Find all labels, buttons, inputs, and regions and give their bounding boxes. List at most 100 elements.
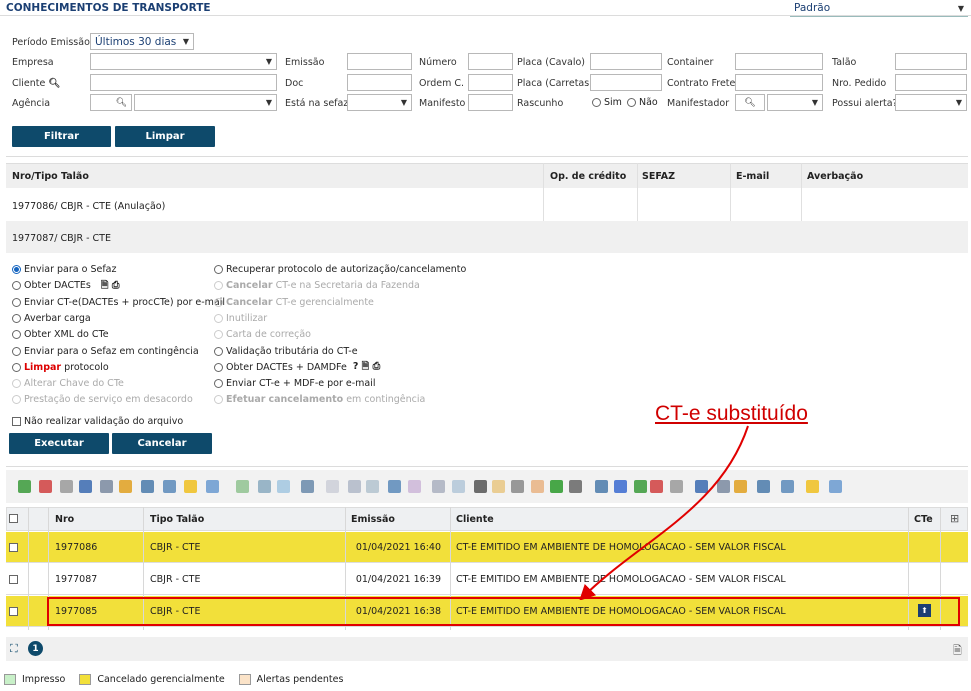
toolbar-icon-24[interactable] xyxy=(531,480,544,493)
agencia-select[interactable]: ▼ xyxy=(134,94,277,111)
action-right-6[interactable]: Obter DACTEs + DAMDFe ? 🗎 ⎙ xyxy=(214,360,380,375)
toolbar-icon-22[interactable] xyxy=(492,480,505,493)
action-left-2[interactable]: Enviar CT-e(DACTEs + procCTe) por e-mail xyxy=(12,295,225,310)
nao-validar-checkbox[interactable]: Não realizar validação do arquivo xyxy=(12,414,183,429)
esta-sefaz-label: Está na sefaz? xyxy=(285,98,354,109)
contrato-frete-label: Contrato Frete xyxy=(667,78,736,89)
toolbar-icon-20[interactable] xyxy=(452,480,465,493)
toolbar-icon-12[interactable] xyxy=(277,480,290,493)
nro-pedido-input[interactable] xyxy=(895,74,967,91)
cell-tipo: CBJR - CTE xyxy=(150,542,201,553)
action-label: em contingência xyxy=(346,394,426,406)
upper-row-2[interactable]: 1977087/ CBJR - CTE xyxy=(12,233,111,244)
action-right-8: Efetuar cancelamento em contingência xyxy=(214,392,425,407)
radio-icon xyxy=(12,379,21,389)
search-icon[interactable]: 🔍︎ xyxy=(48,78,60,89)
col-cte: CTe xyxy=(914,514,933,525)
select-all-checkbox[interactable] xyxy=(9,514,18,526)
row-checkbox[interactable] xyxy=(9,543,18,555)
executar-button[interactable]: Executar xyxy=(9,433,109,454)
radio-icon xyxy=(214,297,223,307)
toolbar-icon-19[interactable] xyxy=(432,480,445,493)
rascunho-sim-radio[interactable]: Sim xyxy=(592,95,622,110)
row-checkbox[interactable] xyxy=(9,575,18,587)
empresa-select[interactable]: ▼ xyxy=(90,53,277,70)
toolbar-icon-2[interactable] xyxy=(60,480,73,493)
toolbar-icon-37[interactable] xyxy=(806,480,819,493)
action-left-4[interactable]: Obter XML do CTe xyxy=(12,327,109,342)
toolbar-icon-15[interactable] xyxy=(348,480,361,493)
action-left-3[interactable]: Averbar carga xyxy=(12,311,91,326)
toolbar-icon-25[interactable] xyxy=(550,480,563,493)
action-label: Enviar para o Sefaz xyxy=(24,264,117,275)
toolbar-icon-3[interactable] xyxy=(79,480,92,493)
action-left-6[interactable]: Limpar protocolo xyxy=(12,360,109,375)
filtrar-button[interactable]: Filtrar xyxy=(12,126,111,147)
toolbar-icon-4[interactable] xyxy=(100,480,113,493)
possui-alerta-select[interactable]: ▼ xyxy=(895,94,967,111)
toolbar-icon-18[interactable] xyxy=(408,480,421,493)
action-left-8: Prestação de serviço em desacordo xyxy=(12,392,193,407)
search-icon[interactable]: 🔍︎ xyxy=(116,98,127,108)
toolbar-icon-10[interactable] xyxy=(236,480,249,493)
agencia-code-input[interactable]: 🔍︎ xyxy=(90,94,132,111)
toolbar-icon-0[interactable] xyxy=(18,480,31,493)
action-right-7[interactable]: Enviar CT-e + MDF-e por e-mail xyxy=(214,376,376,391)
numero-input[interactable] xyxy=(468,53,513,70)
col-nro: Nro xyxy=(55,514,75,525)
pdf-print-icon[interactable]: 🗎 ⎙ xyxy=(101,278,120,294)
highlight-box xyxy=(47,597,960,626)
toolbar-icon-16[interactable] xyxy=(366,480,379,493)
fullscreen-icon[interactable]: ⛶ xyxy=(10,642,18,656)
manifestador-select[interactable]: ▼ xyxy=(767,94,823,111)
toolbar-icon-17[interactable] xyxy=(388,480,401,493)
action-right-5[interactable]: Validação tributária do CT-e xyxy=(214,344,358,359)
placa-carretas-input[interactable] xyxy=(590,74,662,91)
cell-nro: 1977086 xyxy=(55,542,98,553)
upper-row-1[interactable]: 1977086/ CBJR - CTE (Anulação) xyxy=(12,201,165,212)
toolbar-icon-36[interactable] xyxy=(781,480,794,493)
toolbar-icon-38[interactable] xyxy=(829,480,842,493)
limpar-button[interactable]: Limpar xyxy=(115,126,215,147)
action-left-1[interactable]: Obter DACTEs 🗎 ⎙ xyxy=(12,278,119,293)
toolbar-icon-13[interactable] xyxy=(301,480,314,493)
divider xyxy=(0,15,971,16)
toolbar-icon-5[interactable] xyxy=(119,480,132,493)
expand-columns-icon[interactable]: ⊞ xyxy=(950,512,959,525)
cliente-input[interactable] xyxy=(90,74,277,91)
manifesto-input[interactable] xyxy=(468,94,513,111)
doc-input[interactable] xyxy=(347,74,412,91)
doc-label: Doc xyxy=(285,78,304,89)
cancelar-button[interactable]: Cancelar xyxy=(112,433,212,454)
toolbar-icon-11[interactable] xyxy=(258,480,271,493)
legend-alertas-swatch xyxy=(238,674,251,685)
search-icon[interactable]: 🔍︎ xyxy=(744,98,755,108)
manifestador-code-input[interactable]: 🔍︎ xyxy=(735,94,765,111)
col-cliente: Cliente xyxy=(456,514,494,525)
export-icon[interactable]: 🗎 xyxy=(953,642,962,661)
action-label: Obter DACTEs xyxy=(24,280,91,292)
container-input[interactable] xyxy=(735,53,823,70)
action-left-0[interactable]: Enviar para o Sefaz xyxy=(12,262,117,277)
row-checkbox[interactable] xyxy=(9,607,18,619)
action-right-0[interactable]: Recuperar protocolo de autorização/cance… xyxy=(214,262,466,277)
toolbar-icon-8[interactable] xyxy=(184,480,197,493)
placa-cavalo-input[interactable] xyxy=(590,53,662,70)
contrato-frete-input[interactable] xyxy=(735,74,823,91)
toolbar-icon-14[interactable] xyxy=(326,480,339,493)
toolbar-icon-23[interactable] xyxy=(511,480,524,493)
page-1-button[interactable]: 1 xyxy=(28,641,43,656)
toolbar-icon-6[interactable] xyxy=(141,480,154,493)
toolbar-icon-21[interactable] xyxy=(474,480,487,493)
periodo-select[interactable]: Últimos 30 dias ▼ xyxy=(90,33,194,50)
esta-sefaz-select[interactable]: ▼ xyxy=(347,94,412,111)
talao-input[interactable] xyxy=(895,53,967,70)
action-left-5[interactable]: Enviar para o Sefaz em contingência xyxy=(12,344,199,359)
toolbar-icon-7[interactable] xyxy=(163,480,176,493)
ordem-input[interactable] xyxy=(468,74,513,91)
help-pdf-print-icon[interactable]: ? 🗎 ⎙ xyxy=(353,359,380,375)
toolbar-icon-9[interactable] xyxy=(206,480,219,493)
emissao-input[interactable] xyxy=(347,53,412,70)
toolbar-icon-1[interactable] xyxy=(39,480,52,493)
rascunho-nao-radio[interactable]: Não xyxy=(627,95,658,110)
